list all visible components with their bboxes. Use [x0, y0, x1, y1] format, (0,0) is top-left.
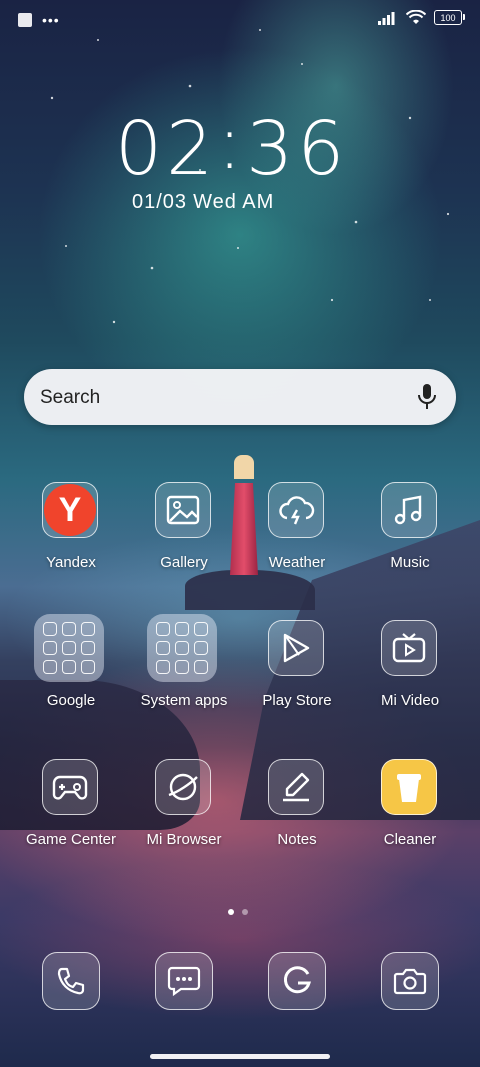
page-dot-active[interactable] — [228, 909, 234, 915]
app-label: Mi Browser — [146, 831, 222, 848]
more-dots-icon: ••• — [42, 12, 60, 28]
clock-hours: 02 — [115, 106, 218, 192]
clock-colon: : — [217, 100, 247, 186]
app-gallery[interactable]: Gallery — [129, 482, 239, 592]
app-mi-browser[interactable]: Mi Browser — [129, 759, 239, 869]
app-label: Weather — [268, 554, 326, 571]
app-label: Play Store — [262, 692, 332, 709]
app-label: Gallery — [160, 554, 208, 571]
camera-icon — [393, 968, 427, 995]
app-label: Music — [390, 554, 430, 571]
gallery-icon — [155, 482, 211, 538]
google-icon — [283, 966, 311, 994]
clock-date[interactable]: 01/03 Wed AM — [132, 191, 274, 214]
date-value: 01/03 — [132, 191, 188, 213]
app-game-center[interactable]: Game Center — [16, 759, 126, 869]
phone-icon — [57, 967, 85, 995]
app-label: System apps — [140, 692, 228, 709]
notification-square-icon — [18, 13, 32, 27]
play-store-icon — [268, 620, 324, 676]
app-notes[interactable]: Notes — [242, 759, 352, 869]
clock-time[interactable]: 02:36 — [115, 100, 349, 192]
status-right: 100 — [378, 10, 465, 25]
app-cleaner[interactable]: Cleaner — [355, 759, 465, 869]
home-gesture-bar[interactable] — [150, 1054, 330, 1059]
app-music[interactable]: Music — [355, 482, 465, 592]
folder-system-apps[interactable]: System apps — [129, 614, 239, 730]
yandex-icon: Y — [42, 482, 98, 538]
battery-level: 100 — [440, 12, 456, 23]
page-indicator[interactable] — [228, 909, 248, 915]
search-input[interactable] — [38, 381, 402, 415]
dock-google-button[interactable] — [268, 952, 326, 1010]
microphone-icon[interactable] — [416, 383, 438, 411]
app-play-store[interactable]: Play Store — [242, 620, 352, 730]
app-label: Cleaner — [383, 831, 437, 848]
weather-icon — [268, 482, 324, 538]
notes-icon — [268, 759, 324, 815]
app-label: Yandex — [46, 554, 96, 571]
page-dot[interactable] — [242, 909, 248, 915]
music-icon — [381, 482, 437, 538]
weekday-ampm: Wed AM — [193, 191, 275, 213]
search-bar[interactable] — [24, 369, 456, 425]
wifi-icon — [406, 10, 426, 24]
app-yandex[interactable]: Y Yandex — [16, 482, 126, 592]
messages-icon — [167, 966, 201, 997]
app-mi-video[interactable]: Mi Video — [355, 620, 465, 730]
yandex-logo: Y — [44, 484, 96, 536]
battery-icon: 100 — [434, 10, 465, 25]
folder-icon — [147, 614, 217, 682]
folder-google[interactable]: Google — [16, 614, 126, 730]
app-label: Mi Video — [380, 692, 440, 709]
status-left: ••• — [18, 13, 60, 27]
mi-video-icon — [381, 620, 437, 676]
app-weather[interactable]: Weather — [242, 482, 352, 592]
app-label: Notes — [277, 831, 317, 848]
app-label: Google — [46, 692, 96, 709]
dock-phone-button[interactable] — [42, 952, 100, 1010]
folder-icon — [34, 614, 104, 682]
app-label: Game Center — [25, 831, 117, 848]
dock-messages-button[interactable] — [155, 952, 213, 1010]
game-center-icon — [42, 759, 98, 815]
mi-browser-icon — [155, 759, 211, 815]
cleaner-icon — [381, 759, 437, 815]
dock-camera-button[interactable] — [381, 952, 439, 1010]
signal-icon — [378, 11, 395, 25]
clock-minutes: 36 — [246, 106, 349, 192]
status-bar: ••• 100 — [0, 0, 480, 40]
